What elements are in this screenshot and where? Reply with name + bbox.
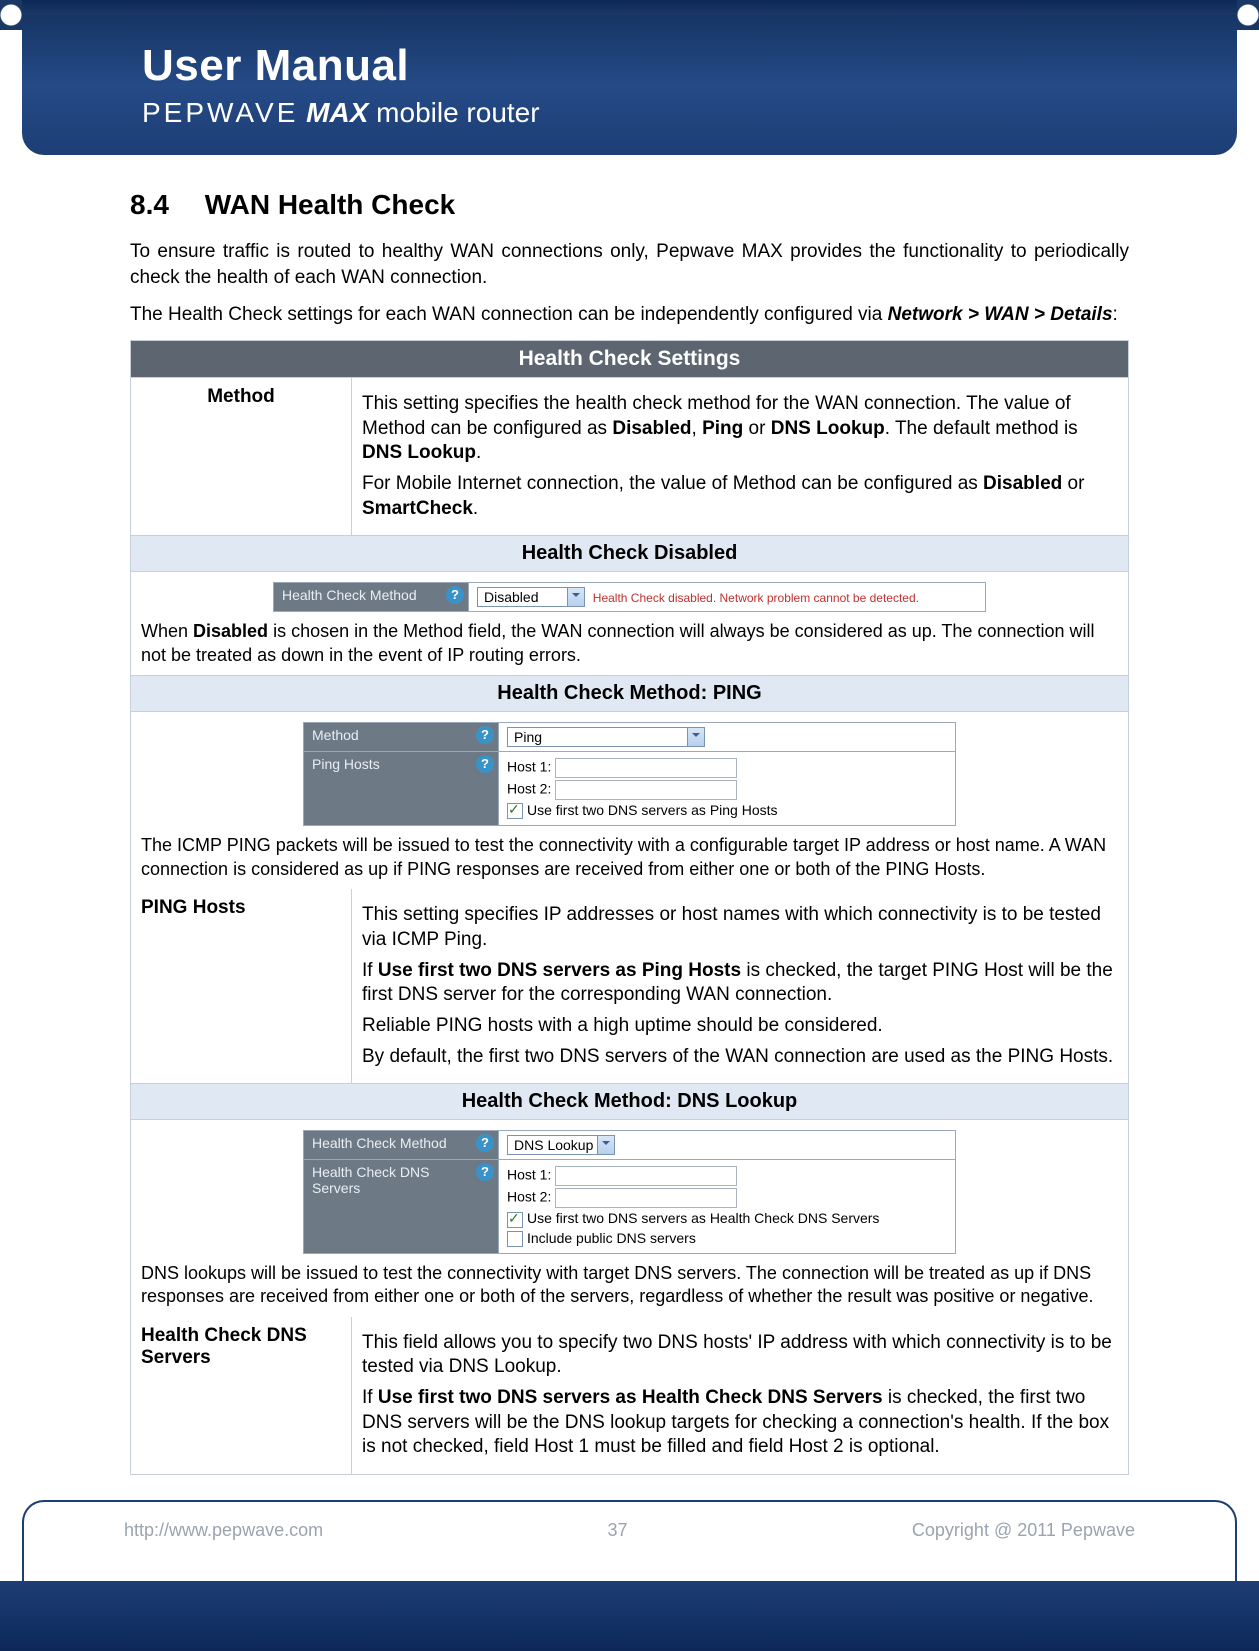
- help-icon[interactable]: ?: [476, 726, 494, 744]
- intro-paragraph-1: To ensure traffic is routed to healthy W…: [130, 239, 1129, 290]
- ping-method-label: Method ?: [304, 723, 499, 752]
- dns-method-label: Health Check Method ?: [304, 1131, 499, 1160]
- dns-servers-label: Health Check DNS Servers ?: [304, 1160, 499, 1254]
- page-footer: http://www.pepwave.com 37 Copyright @ 20…: [22, 1500, 1237, 1581]
- top-border: [0, 0, 1259, 15]
- health-check-settings-table: Health Check Settings Method This settin…: [130, 340, 1129, 1475]
- ping-hosts-label: Ping Hosts ?: [304, 752, 499, 826]
- dns-note: DNS lookups will be issued to test the c…: [141, 1262, 1118, 1309]
- dns-public-checkbox[interactable]: [507, 1231, 523, 1247]
- ping-form: Method ? Ping Ping Hosts ? Hos: [303, 722, 956, 826]
- chevron-down-icon: [597, 1136, 614, 1154]
- disabled-header: Health Check Disabled: [131, 536, 1129, 572]
- disabled-note: When Disabled is chosen in the Method fi…: [141, 620, 1118, 667]
- bottom-band: [0, 1581, 1259, 1651]
- ping-select[interactable]: Ping: [507, 727, 705, 747]
- ping-hosts-body: Host 1: Host 2: Use first two DNS server…: [499, 752, 956, 826]
- dns-servers-body: Host 1: Host 2: Use first two DNS server…: [499, 1160, 956, 1254]
- dns-select[interactable]: DNS Lookup: [507, 1135, 615, 1155]
- disabled-method-body: Disabled Health Check disabled. Network …: [469, 583, 986, 612]
- ping-section: Method ? Ping Ping Hosts ? Hos: [131, 712, 1129, 890]
- table-main-header: Health Check Settings: [131, 340, 1129, 377]
- disabled-section: Health Check Method ? Disabled Health Ch…: [131, 572, 1129, 676]
- dns-servers-description: This field allows you to specify two DNS…: [352, 1317, 1129, 1475]
- dns-header: Health Check Method: DNS Lookup: [131, 1084, 1129, 1120]
- help-icon[interactable]: ?: [476, 1134, 494, 1152]
- section-heading: 8.4 WAN Health Check: [130, 189, 1129, 221]
- dns-host2-input[interactable]: [555, 1188, 737, 1208]
- ping-host1-input[interactable]: [555, 758, 737, 778]
- doc-title: User Manual: [142, 41, 1197, 91]
- doc-subtitle: PEPWAVE MAX mobile router: [142, 97, 1197, 129]
- page-content: 8.4 WAN Health Check To ensure traffic i…: [0, 155, 1259, 1475]
- brand-name: PEPWAVE: [142, 97, 298, 128]
- chevron-down-icon: [687, 728, 704, 746]
- ping-hosts-description: This setting specifies IP addresses or h…: [352, 889, 1129, 1084]
- method-label: Method: [131, 377, 352, 535]
- ping-hosts-row-label: PING Hosts: [131, 889, 352, 1084]
- help-icon[interactable]: ?: [446, 586, 464, 604]
- section-number: 8.4: [130, 189, 169, 220]
- dns-section: Health Check Method ? DNS Lookup Health …: [131, 1120, 1129, 1317]
- disabled-select[interactable]: Disabled: [477, 587, 585, 607]
- method-description: This setting specifies the health check …: [352, 377, 1129, 535]
- ping-note: The ICMP PING packets will be issued to …: [141, 834, 1118, 881]
- section-title-text: WAN Health Check: [205, 189, 456, 220]
- help-icon[interactable]: ?: [476, 755, 494, 773]
- ping-header: Health Check Method: PING: [131, 676, 1129, 712]
- document-page: User Manual PEPWAVE MAX mobile router 8.…: [0, 0, 1259, 1651]
- ping-dns-checkbox[interactable]: [507, 803, 523, 819]
- nav-path: Network > WAN > Details: [888, 304, 1113, 325]
- product-tail: mobile router: [368, 97, 539, 128]
- disabled-method-label: Health Check Method ?: [274, 583, 469, 612]
- help-icon[interactable]: ?: [476, 1163, 494, 1181]
- page-number: 37: [607, 1520, 627, 1541]
- disabled-warning: Health Check disabled. Network problem c…: [593, 591, 919, 605]
- dns-first-two-checkbox[interactable]: [507, 1212, 523, 1228]
- dns-servers-row-label: Health Check DNS Servers: [131, 1317, 352, 1475]
- intro-paragraph-2: The Health Check settings for each WAN c…: [130, 302, 1129, 328]
- ping-host2-input[interactable]: [555, 780, 737, 800]
- dns-form: Health Check Method ? DNS Lookup Health …: [303, 1130, 956, 1254]
- footer-copyright: Copyright @ 2011 Pepwave: [912, 1520, 1135, 1541]
- product-name: MAX: [306, 97, 368, 128]
- disabled-form: Health Check Method ? Disabled Health Ch…: [273, 582, 986, 612]
- dns-host1-input[interactable]: [555, 1166, 737, 1186]
- document-header: User Manual PEPWAVE MAX mobile router: [22, 15, 1237, 155]
- footer-url: http://www.pepwave.com: [124, 1520, 323, 1541]
- chevron-down-icon: [567, 588, 584, 606]
